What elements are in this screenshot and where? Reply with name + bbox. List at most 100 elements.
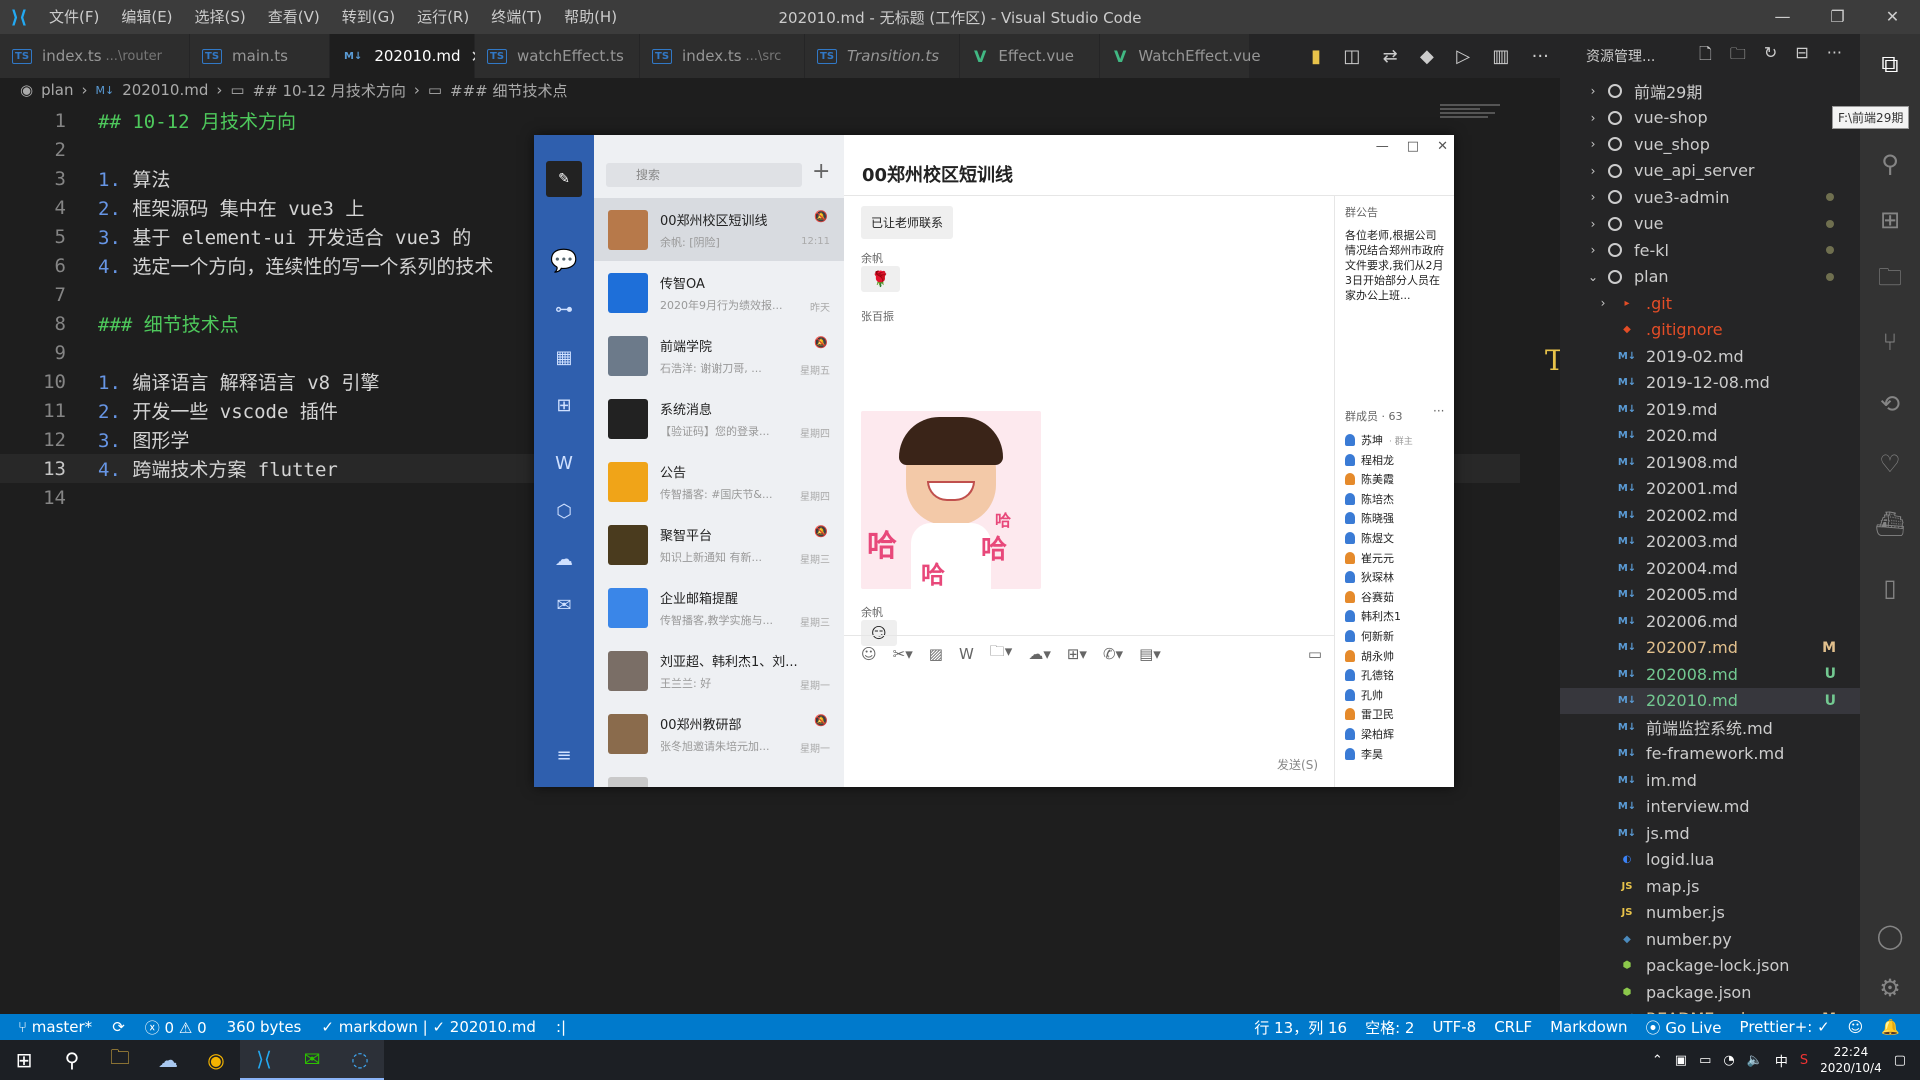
group-member[interactable]: 梁柏辉 [1345,726,1394,742]
cloud-app-icon[interactable]: ☁ [144,1040,192,1080]
message-area[interactable]: 已让老师联系 余帆 🌹 张百振 哈 哈 哈 哈 余帆 😏 [844,195,1334,646]
docker-icon[interactable]: ⛴ [1860,498,1920,550]
explorer-file[interactable]: M↓ 202006.md [1560,608,1860,634]
conversation-item[interactable]: 企业邮箱提醒 传智播客,教学实施与... 星期三 [594,576,844,639]
wifi-icon[interactable]: ◔ [1723,1053,1734,1068]
minimize-icon[interactable]: — [1755,0,1810,34]
explorer-file[interactable]: M↓ 202003.md [1560,529,1860,555]
docs-icon[interactable]: W [534,443,594,483]
git-lens-icon[interactable]: ◆ [1420,46,1434,67]
explorer-file[interactable]: M↓README.mdM [1560,1006,1860,1014]
tab-index-ts[interactable]: TS index.ts ...\router [0,34,190,78]
source-control-icon[interactable]: ⑂ [1860,316,1920,368]
open-preview-icon[interactable]: ◫ [1343,46,1360,67]
compare-changes-icon[interactable]: ⇄ [1383,46,1398,67]
menu-item[interactable]: 编辑(E) [110,0,183,34]
folder-icon[interactable]: 🗀▾ [990,641,1013,666]
more-icon[interactable]: ··· [1827,43,1842,70]
git-branch[interactable]: ⑂ master* [18,1018,92,1036]
workbench-icon[interactable]: ⊞ [534,385,594,425]
close-icon[interactable]: ✕ [1865,0,1920,34]
refresh-icon[interactable]: ↻ [1764,43,1777,70]
contacts-icon[interactable]: ⊶ [534,289,594,329]
explorer-file[interactable]: M↓ 2019.md [1560,396,1860,422]
explorer-file[interactable]: M↓ 202002.md [1560,502,1860,528]
cloud-icon[interactable]: ☁▾ [1028,645,1051,663]
explorer-file[interactable]: M↓ js.md [1560,820,1860,846]
explorer-file[interactable]: M↓ fe-framework.md [1560,741,1860,767]
group-member[interactable]: 陈培杰 [1345,491,1394,507]
explorer-file[interactable]: M↓ 201908.md [1560,449,1860,475]
conversation-item[interactable]: 00郑州校区短训线 余帆: [阴险] 12:11 🔕 [594,198,844,261]
language-mode[interactable]: Markdown [1550,1018,1627,1036]
live-share-icon[interactable]: ♡ [1860,438,1920,490]
explorer-file[interactable]: M↓ 202010.md U [1560,687,1860,714]
explorer-file[interactable]: M↓ im.md [1560,767,1860,793]
group-member[interactable]: 陈煜文 [1345,530,1394,546]
chrome-icon[interactable]: ◉ [192,1040,240,1080]
bookmark-icon[interactable]: ▮ [1311,46,1321,67]
tab-watcheffect-vue[interactable]: V WatchEffect.vue [1100,34,1261,78]
maximize-icon[interactable]: □ [1407,139,1419,154]
tab-effect-vue[interactable]: V Effect.vue [960,34,1100,78]
explorer-icon[interactable]: ⧉ [1860,38,1920,90]
group-member[interactable]: 韩利杰1 [1345,608,1401,624]
meeting-icon[interactable]: ⬡ [534,491,594,531]
conversation-item[interactable]: 00郑州教研部 张冬旭邀请朱培元加... 星期一 🔕 [594,702,844,765]
search-input[interactable]: 搜索 [606,163,802,187]
explorer-file[interactable]: M↓ interview.md [1560,794,1860,820]
group-member[interactable]: 孔帅 [1345,687,1383,703]
explorer-file[interactable]: M↓ 202001.md [1560,476,1860,502]
volume-icon[interactable]: 🔈 [1747,1053,1763,1068]
conversation-item[interactable]: 前端学院 石浩洋: 谢谢刀哥, ... 星期五 🔕 [594,324,844,387]
explorer-file[interactable]: M↓ 前端监控系统.md [1560,714,1860,740]
notice-body[interactable]: 各位老师,根据公司情况结合郑州市政府文件要求,我们从2月3日开始部分人员在家办公… [1345,228,1447,303]
explorer-file[interactable]: ◆ number.py [1560,926,1860,952]
cursor-position[interactable]: 行 13，列 16 [1254,1017,1347,1038]
phone-icon[interactable]: ✆▾ [1103,645,1123,663]
close-icon[interactable]: ✕ [1437,139,1448,154]
group-member[interactable]: 程相龙 [1345,452,1394,468]
code-line[interactable]: 1 ## 10-12 月技术方向 [0,106,1520,135]
lang-check[interactable]: ✓ markdown | ✓ 202010.md [321,1018,536,1036]
explorer-file[interactable]: JS map.js [1560,873,1860,899]
tab-index-ts[interactable]: TS index.ts ...\src [640,34,805,78]
explorer-file[interactable]: ◆ .gitignore [1560,317,1860,343]
explorer-root-folder[interactable]: › vue [1560,211,1860,237]
encoding[interactable]: UTF-8 [1432,1018,1476,1036]
menu-item[interactable]: 查看(V) [257,0,331,34]
tab-watcheffect-ts[interactable]: TS watchEffect.ts [475,34,640,78]
feedback-icon[interactable]: ☺ [1848,1018,1864,1036]
explorer-file[interactable]: M↓ 202005.md [1560,582,1860,608]
explorer-root-folder[interactable]: › vue3-admin [1560,184,1860,210]
explorer-file[interactable]: M↓ 202004.md [1560,555,1860,581]
remote-explorer-icon[interactable]: 🗀 [1860,254,1920,306]
user-avatar[interactable]: ✎ [546,161,582,197]
run-debug-icon[interactable]: ⟲ [1860,378,1920,430]
add-icon[interactable]: + [812,159,830,184]
explorer-file[interactable]: ◐ logid.lua [1560,847,1860,873]
breadcrumb-item[interactable]: plan [41,81,73,99]
tray-chevron-icon[interactable]: ⌃ [1652,1053,1663,1068]
message-bubble[interactable]: 已让老师联系 [861,206,954,239]
settings-gear-icon[interactable]: ⚙ [1860,962,1920,1014]
menu-item[interactable]: 终端(T) [480,0,553,34]
eol[interactable]: CRLF [1494,1018,1532,1036]
notifications-icon[interactable]: ▢ [1894,1053,1906,1068]
indentation[interactable]: 空格: 2 [1365,1017,1414,1038]
explorer-file[interactable]: M↓ 2019-02.md [1560,343,1860,369]
conversation-item[interactable]: 聚智平台 知识上新通知 有新... 星期三 🔕 [594,513,844,576]
screenshot-icon[interactable]: ✂▾ [893,645,913,663]
rose-emoji-message[interactable]: 🌹 [861,266,900,292]
windows-start-icon[interactable]: ⊞ [0,1040,48,1080]
doc-icon[interactable]: W [959,645,974,663]
minimize-icon[interactable]: — [1376,139,1389,154]
explorer-file[interactable]: M↓ 2019-12-08.md [1560,370,1860,396]
explorer-file[interactable]: M↓ 2020.md [1560,423,1860,449]
menu-item[interactable]: 转到(G) [331,0,406,34]
battery-icon[interactable]: ▭ [1699,1053,1711,1068]
new-folder-icon[interactable]: 🗀 [1730,43,1746,70]
group-member[interactable]: 胡永帅 [1345,648,1394,664]
group-member[interactable]: 谷赛茹 [1345,589,1394,605]
group-member[interactable]: 陈晓强 [1345,510,1394,526]
